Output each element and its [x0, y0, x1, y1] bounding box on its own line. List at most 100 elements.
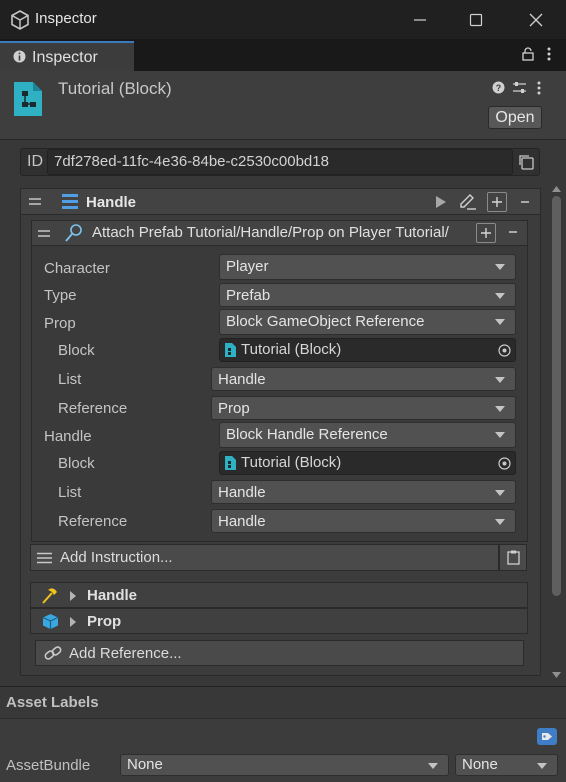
help-icon[interactable]: ? [492, 81, 505, 94]
reference-label-prop: Prop [87, 613, 122, 630]
window-title: Inspector [35, 10, 97, 27]
add-instruction-button[interactable]: Add Instruction... [30, 544, 499, 571]
open-button[interactable]: Open [488, 106, 542, 129]
object-name: Tutorial (Block) [58, 79, 172, 98]
handle-list-label: List [58, 484, 82, 501]
variant-value: None [462, 756, 498, 773]
list-add-icon[interactable] [487, 192, 507, 212]
menu-lines-icon [37, 552, 52, 564]
scroll-up-icon[interactable] [552, 186, 561, 193]
object-picker-icon[interactable] [498, 344, 511, 357]
cube-icon [42, 613, 59, 630]
header-menu-icon[interactable] [537, 81, 541, 95]
instruction-title: Attach Prefab Tutorial/Handle/Prop on Pl… [92, 224, 449, 241]
assetbundle-label: AssetBundle [6, 757, 91, 774]
info-icon [13, 50, 26, 63]
chevron-down-icon [495, 519, 505, 525]
handle-block-field[interactable]: Tutorial (Block) [219, 451, 516, 475]
title-bar: Inspector [0, 0, 566, 39]
handle-list-dropdown[interactable]: Handle [211, 480, 516, 504]
maximize-button[interactable] [448, 0, 504, 39]
presets-icon[interactable] [512, 80, 527, 95]
block-file-icon [225, 343, 236, 357]
drag-handle-icon[interactable] [29, 197, 41, 207]
tab-label: Inspector [32, 49, 98, 66]
hammer-icon [41, 587, 58, 604]
prop-value: Block GameObject Reference [226, 313, 425, 330]
reference-item-handle[interactable]: Handle [30, 582, 528, 608]
block-file-icon [225, 456, 236, 470]
unity-logo-icon [10, 10, 30, 30]
prop-block-value: Tutorial (Block) [241, 341, 342, 358]
character-label: Character [44, 260, 110, 277]
chevron-down-icon [537, 763, 547, 769]
instruction-remove-icon[interactable] [504, 223, 522, 241]
minimize-button[interactable] [392, 0, 448, 39]
handle-list-value: Handle [218, 484, 266, 501]
handle-block-label: Block [58, 455, 95, 472]
chevron-down-icon [495, 293, 505, 299]
id-label: ID [27, 153, 43, 170]
copy-icon[interactable] [517, 153, 535, 171]
expand-arrow-icon[interactable] [70, 617, 76, 627]
type-label: Type [44, 287, 77, 304]
scrollbar[interactable] [551, 186, 562, 680]
handle-reference-value: Handle [218, 513, 266, 530]
handle-reference-dropdown[interactable]: Handle [211, 509, 516, 533]
attach-icon [65, 224, 83, 242]
handle-label: Handle [44, 428, 92, 445]
close-button[interactable] [508, 0, 564, 39]
link-icon [44, 645, 62, 662]
id-field[interactable]: 7df278ed-11fc-4e36-84be-c2530c00bd18 [47, 149, 513, 175]
reference-item-prop[interactable]: Prop [30, 608, 528, 634]
object-picker-icon[interactable] [498, 457, 511, 470]
add-reference-button[interactable]: Add Reference... [35, 640, 524, 666]
instruction-add-icon[interactable] [476, 223, 496, 243]
edit-icon[interactable] [459, 193, 477, 210]
add-reference-label: Add Reference... [69, 645, 182, 662]
play-icon[interactable] [436, 196, 446, 208]
reference-label-handle: Handle [87, 587, 138, 604]
tab-inspector[interactable]: Inspector [0, 41, 134, 71]
assetbundle-variant-dropdown[interactable]: None [455, 754, 558, 776]
prop-block-field[interactable]: Tutorial (Block) [219, 338, 516, 362]
list-remove-icon[interactable] [516, 193, 534, 211]
chevron-down-icon [495, 432, 505, 438]
type-dropdown[interactable]: Prefab [219, 283, 516, 307]
lock-icon[interactable] [522, 47, 534, 61]
chevron-down-icon [495, 490, 505, 496]
character-dropdown[interactable]: Player [219, 254, 516, 280]
instruction-drag-icon[interactable] [38, 229, 50, 239]
prop-reference-dropdown[interactable]: Prop [211, 396, 516, 420]
scroll-thumb[interactable] [552, 196, 561, 596]
list-icon [62, 194, 78, 209]
prop-list-label: List [58, 371, 82, 388]
handle-dropdown[interactable]: Block Handle Reference [219, 422, 516, 448]
add-instruction-label: Add Instruction... [60, 549, 173, 566]
prop-label: Prop [44, 315, 76, 332]
chevron-down-icon [495, 319, 505, 325]
tab-menu-icon[interactable] [547, 47, 551, 61]
expand-arrow-icon[interactable] [70, 591, 76, 601]
type-value: Prefab [226, 287, 271, 304]
paste-button[interactable] [499, 544, 527, 571]
chevron-down-icon [428, 763, 438, 769]
object-header: Tutorial (Block) ? Open [0, 71, 566, 140]
character-value: Player [226, 258, 269, 275]
asset-labels-title: Asset Labels [6, 694, 99, 711]
prop-dropdown[interactable]: Block GameObject Reference [219, 309, 516, 335]
handle-reference-label: Reference [58, 513, 128, 530]
block-asset-icon [12, 80, 44, 118]
svg-text:?: ? [496, 83, 502, 93]
assetbundle-dropdown[interactable]: None [120, 754, 449, 776]
label-tag-icon[interactable] [537, 728, 557, 745]
chevron-down-icon [495, 264, 505, 270]
handle-value: Block Handle Reference [226, 426, 388, 443]
prop-list-dropdown[interactable]: Handle [211, 367, 516, 391]
prop-list-value: Handle [218, 371, 266, 388]
clipboard-icon [507, 550, 520, 565]
chevron-down-icon [495, 406, 505, 412]
prop-reference-value: Prop [218, 400, 250, 417]
scroll-down-icon[interactable] [552, 672, 561, 679]
list-title: Handle [86, 194, 137, 211]
